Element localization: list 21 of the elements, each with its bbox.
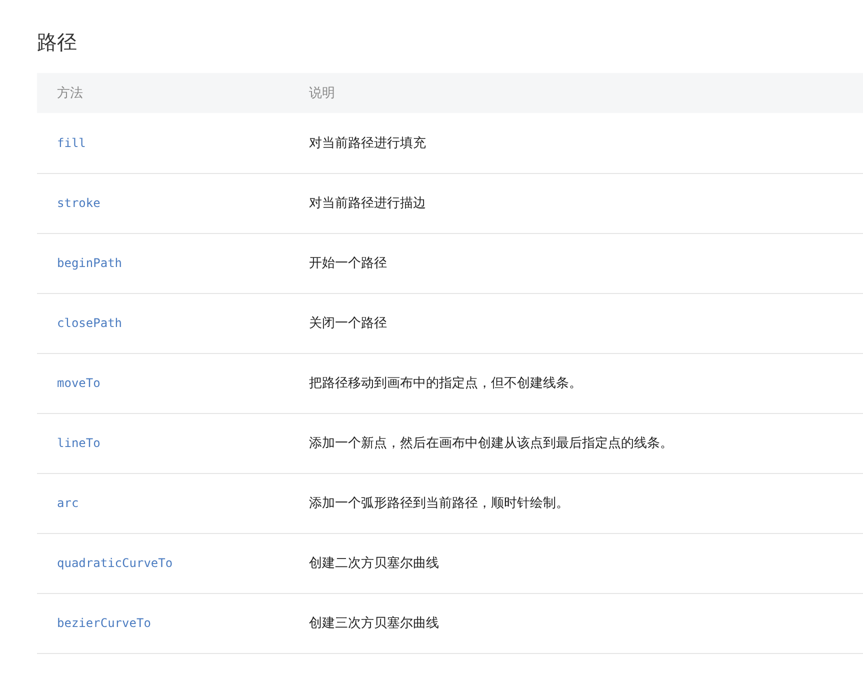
section-title: 路径 [37, 29, 77, 56]
method-cell: closePath [37, 293, 289, 353]
method-cell: arc [37, 473, 289, 533]
method-cell: bezierCurveTo [37, 593, 289, 653]
column-header: 说明 [289, 73, 863, 113]
description-cell: 把路径移动到画布中的指定点，但不创建线条。 [289, 353, 863, 413]
method-cell: stroke [37, 173, 289, 233]
method-cell: lineTo [37, 413, 289, 473]
description-cell: 添加一个新点，然后在画布中创建从该点到最后指定点的线条。 [289, 413, 863, 473]
method-cell: quadraticCurveTo [37, 533, 289, 593]
description-cell: 关闭一个路径 [289, 293, 863, 353]
description-cell: 创建二次方贝塞尔曲线 [289, 533, 863, 593]
method-cell: fill [37, 113, 289, 173]
description-cell: 对当前路径进行填充 [289, 113, 863, 173]
method-cell: moveTo [37, 353, 289, 413]
description-cell: 对当前路径进行描边 [289, 173, 863, 233]
description-cell: 添加一个弧形路径到当前路径，顺时针绘制。 [289, 473, 863, 533]
column-header: 方法 [37, 73, 289, 113]
description-cell: 创建三次方贝塞尔曲线 [289, 593, 863, 653]
description-cell: 开始一个路径 [289, 233, 863, 293]
method-cell: beginPath [37, 233, 289, 293]
